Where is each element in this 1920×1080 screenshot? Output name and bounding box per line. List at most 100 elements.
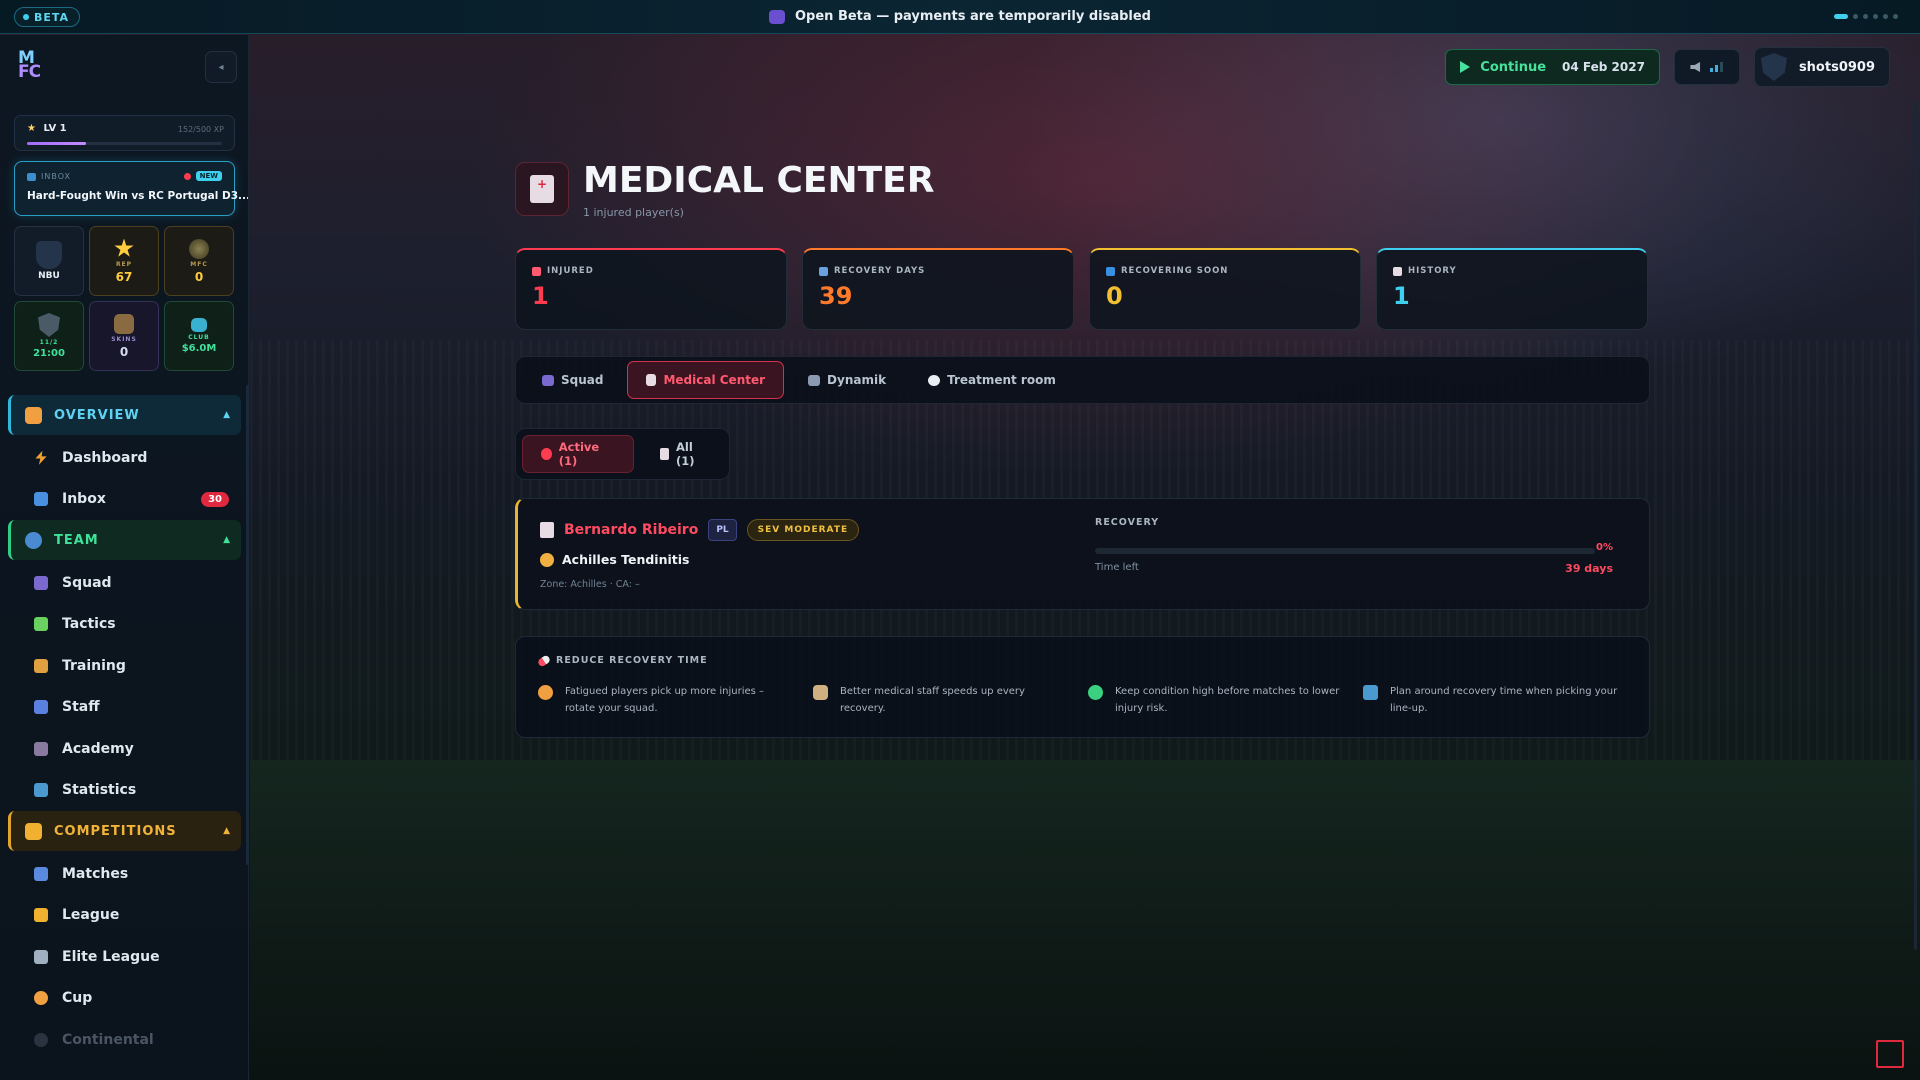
inbox-preview-subject: Hard-Fought Win vs RC Portugal D3...: [27, 190, 249, 202]
clipboard-icon: [660, 448, 670, 460]
carousel-dot[interactable]: [1883, 14, 1888, 19]
carousel-dot[interactable]: [1873, 14, 1878, 19]
runner-icon: [34, 658, 48, 673]
user-profile-button[interactable]: shots0909: [1753, 47, 1890, 87]
tile-mfc-coins[interactable]: MFC 0: [164, 226, 234, 296]
sidebar-item-training[interactable]: Training: [8, 645, 241, 687]
tile-value: 67: [115, 269, 133, 284]
stat-label-text: RECOVERING SOON: [1121, 266, 1229, 276]
sidebar-scrollbar[interactable]: [246, 385, 249, 865]
sound-toggle-button[interactable]: [1673, 49, 1740, 85]
people-icon: [34, 575, 48, 590]
collapse-sidebar-button[interactable]: ◂: [205, 51, 237, 83]
sidebar-item-statistics[interactable]: Statistics: [8, 770, 241, 812]
refresh-icon: [1106, 266, 1115, 276]
tips-title: REDUCE RECOVERY TIME: [536, 653, 708, 668]
sidebar-item-label: Training: [62, 657, 126, 674]
money-icon: [191, 318, 207, 332]
injury-type-row: Achilles Tendinitis: [540, 552, 859, 567]
sidebar-item-squad[interactable]: Squad: [8, 562, 241, 604]
club-logo[interactable]: M FC: [18, 50, 41, 82]
filter-all[interactable]: All (1): [642, 435, 729, 473]
game-date: 04 Feb 2027: [1562, 60, 1645, 74]
position-badge: PL: [708, 519, 737, 541]
academy-icon: [34, 741, 48, 756]
tile-next-match[interactable]: 11/2 21:00: [14, 301, 84, 371]
tip-item: Fatigued players pick up more injuries –…: [538, 683, 813, 717]
corner-widget-button[interactable]: [1876, 1040, 1904, 1068]
tab-label: Dynamik: [827, 373, 887, 387]
recovery-progress-bar: [1095, 548, 1595, 554]
tile-label: 11/2: [39, 339, 59, 346]
stat-label: HISTORY: [1393, 266, 1631, 276]
stat-card-history: HISTORY 1: [1376, 248, 1648, 330]
trophy-icon: [25, 822, 42, 840]
filter-active[interactable]: Active (1): [522, 435, 635, 473]
nav-section-team[interactable]: TEAM ▲: [8, 520, 241, 560]
level-card[interactable]: ★ LV 1 152/500 XP: [14, 115, 235, 151]
chart-icon: [1363, 685, 1378, 700]
chart-icon: [34, 783, 48, 798]
carousel-dot[interactable]: [1853, 14, 1858, 19]
tile-club-money[interactable]: CLUB $6.0M: [164, 301, 234, 371]
sidebar-item-league[interactable]: League: [8, 895, 241, 937]
ambulance-icon: [532, 266, 541, 276]
logo-text-bottom: FC: [18, 62, 41, 82]
tab-dynamik[interactable]: Dynamik: [790, 361, 904, 399]
continue-button[interactable]: Continue 04 Feb 2027: [1445, 49, 1660, 85]
page-subtitle: 1 injured player(s): [583, 206, 684, 219]
carousel-dot[interactable]: [1893, 14, 1898, 19]
recovery-percent: 0%: [1596, 542, 1613, 553]
inbox-preview-card[interactable]: INBOX NEW Hard-Fought Win vs RC Portugal…: [14, 161, 248, 216]
sidebar-item-academy[interactable]: Academy: [8, 728, 241, 770]
page-header: MEDICAL CENTER 1 injured player(s): [515, 160, 1650, 250]
calendar-icon: [34, 866, 48, 881]
tip-item: Plan around recovery time when picking y…: [1363, 683, 1638, 717]
sidebar-item-dashboard[interactable]: Dashboard: [8, 437, 241, 479]
tab-treatment-room[interactable]: Treatment room: [910, 361, 1074, 399]
sidebar-item-continental[interactable]: Continental: [8, 1019, 241, 1061]
tile-reputation[interactable]: REP 67: [89, 226, 159, 296]
sidebar-item-cup[interactable]: Cup: [8, 978, 241, 1020]
sidebar-item-label: Matches: [62, 865, 129, 882]
stat-label: RECOVERY DAYS: [819, 266, 1057, 276]
tile-skins[interactable]: SKINS 0: [89, 301, 159, 371]
sidebar-item-label: Academy: [62, 740, 134, 757]
doctor-icon: [813, 685, 828, 700]
sidebar-item-label: Staff: [62, 699, 100, 716]
beta-label: BETA: [34, 10, 70, 24]
stadium-icon: [808, 374, 821, 386]
tile-club-crest[interactable]: NBU: [14, 226, 84, 296]
tab-squad[interactable]: Squad: [524, 361, 621, 399]
sidebar-item-elite-league[interactable]: Elite League: [8, 936, 241, 978]
home-icon: [25, 406, 42, 424]
medical-kit-icon: [515, 162, 569, 216]
tip-item: Better medical staff speeds up every rec…: [813, 683, 1088, 717]
main-scrollbar[interactable]: [1914, 100, 1917, 950]
sidebar-item-tactics[interactable]: Tactics: [8, 604, 241, 646]
sidebar: M FC ◂ ★ LV 1 152/500 XP INBOX NEW Hard-…: [0, 35, 249, 1080]
carousel-dot[interactable]: [1863, 14, 1868, 19]
sidebar-item-matches[interactable]: Matches: [8, 853, 241, 895]
recovery-tips-card: REDUCE RECOVERY TIME Fatigued players pi…: [515, 636, 1650, 738]
nav-section-overview[interactable]: OVERVIEW ▲: [8, 395, 241, 435]
beta-dot-icon: [23, 14, 29, 20]
nav-section-competitions[interactable]: COMPETITIONS ▲: [8, 811, 241, 851]
injury-card[interactable]: Bernardo Ribeiro PL SEV MODERATE Achille…: [515, 498, 1650, 610]
time-left-label: Time left: [1095, 562, 1139, 573]
section-tabs: Squad Medical Center Dynamik Treatment r…: [515, 356, 1650, 404]
sidebar-item-inbox[interactable]: Inbox 30: [8, 479, 241, 521]
carousel-dots[interactable]: [1834, 14, 1898, 19]
hurt-face-icon: [540, 552, 554, 567]
sidebar-item-staff[interactable]: Staff: [8, 687, 241, 729]
carousel-dot[interactable]: [1834, 14, 1848, 19]
chevron-up-icon: ▲: [223, 535, 231, 545]
volume-bars-icon: [1710, 62, 1724, 72]
lightning-icon: [35, 450, 47, 465]
tab-medical-center[interactable]: Medical Center: [627, 361, 785, 399]
injury-filters: Active (1) All (1): [515, 428, 730, 480]
xp-text: 152/500 XP: [177, 125, 224, 134]
calendar-icon: [819, 266, 828, 276]
tile-label: SKINS: [111, 335, 137, 343]
player-name[interactable]: Bernardo Ribeiro: [564, 522, 698, 538]
